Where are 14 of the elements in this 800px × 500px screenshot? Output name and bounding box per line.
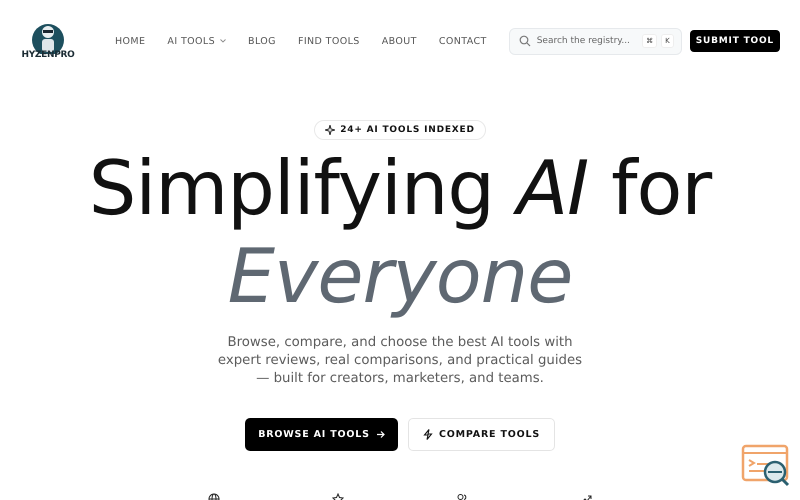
tools-indexed-badge: 24+ AI TOOLS INDEXED [314, 120, 486, 140]
hero-title: Simplifying AI for [88, 144, 712, 232]
browse-tools-button[interactable]: BROWSE AI TOOLS [245, 418, 398, 451]
hero-subtitle: Browse, compare, and choose the best AI tools with expert reviews, real comparisons, and practical guides — built for creators, marketers, and teams. [216, 334, 584, 388]
hero-title: Everyone [228, 232, 572, 320]
nav-link[interactable]: AI TOOLS [167, 36, 226, 46]
submit-tool-button[interactable]: SUBMIT TOOL [690, 30, 780, 52]
nav-link[interactable]: ABOUT [382, 36, 417, 46]
nav-link[interactable]: CONTACT [438, 36, 487, 46]
nav-link[interactable]: BLOG [248, 36, 276, 46]
nav-link[interactable]: FIND TOOLS [298, 36, 360, 46]
compare-tools-button[interactable]: COMPARE TOOLS [408, 418, 555, 451]
nav-link[interactable]: HOME [115, 36, 146, 46]
search-input[interactable]: Search the registry... [536, 36, 636, 46]
